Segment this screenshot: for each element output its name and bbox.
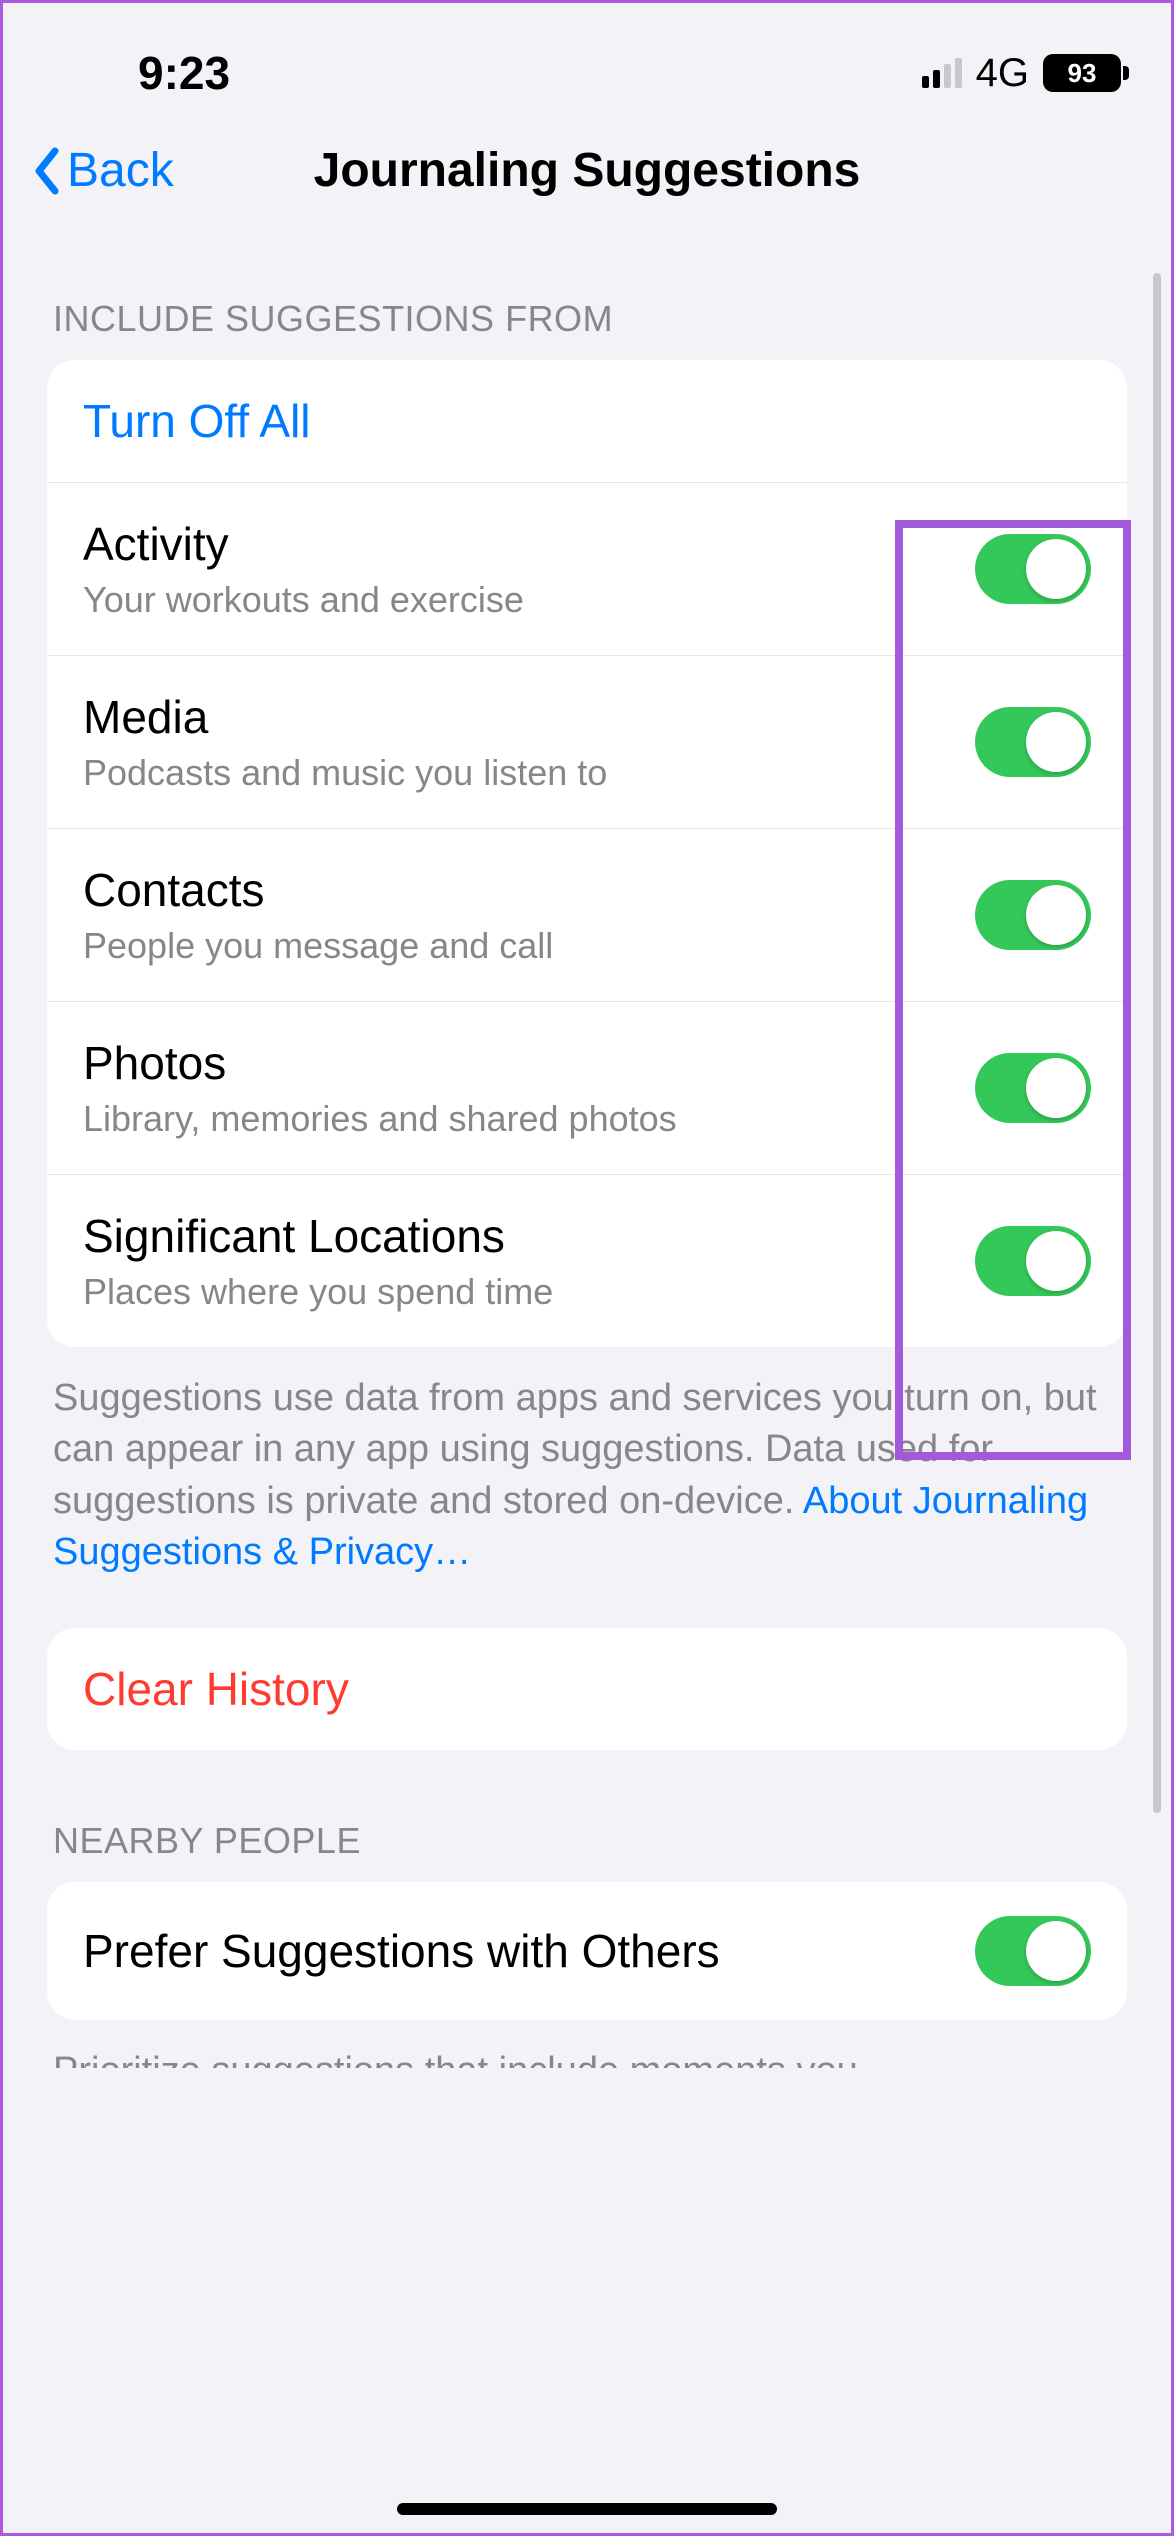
home-indicator bbox=[397, 2503, 777, 2515]
turn-off-all-label: Turn Off All bbox=[83, 394, 1091, 448]
clear-history-card: Clear History bbox=[47, 1628, 1127, 1750]
page-title: Journaling Suggestions bbox=[3, 143, 1171, 198]
row-activity: Activity Your workouts and exercise bbox=[47, 482, 1127, 655]
row-significant-locations: Significant Locations Places where you s… bbox=[47, 1174, 1127, 1347]
row-media: Media Podcasts and music you listen to bbox=[47, 655, 1127, 828]
row-title: Significant Locations bbox=[83, 1209, 975, 1263]
significant-locations-toggle[interactable] bbox=[975, 1226, 1091, 1296]
turn-off-all-button[interactable]: Turn Off All bbox=[47, 360, 1127, 482]
chevron-left-icon bbox=[33, 147, 61, 195]
row-contacts: Contacts People you message and call bbox=[47, 828, 1127, 1001]
row-subtitle: Podcasts and music you listen to bbox=[83, 752, 975, 794]
row-subtitle: Your workouts and exercise bbox=[83, 579, 975, 621]
row-title: Contacts bbox=[83, 863, 975, 917]
row-title: Photos bbox=[83, 1036, 975, 1090]
clear-history-button[interactable]: Clear History bbox=[47, 1628, 1127, 1750]
row-photos: Photos Library, memories and shared phot… bbox=[47, 1001, 1127, 1174]
back-label: Back bbox=[67, 143, 174, 198]
cellular-signal-icon bbox=[922, 58, 962, 88]
status-time: 9:23 bbox=[53, 46, 230, 100]
clear-history-label: Clear History bbox=[83, 1662, 1091, 1716]
activity-toggle[interactable] bbox=[975, 534, 1091, 604]
nav-bar: Back Journaling Suggestions bbox=[3, 123, 1171, 228]
status-right: 4G 93 bbox=[922, 51, 1121, 96]
battery-icon: 93 bbox=[1043, 54, 1121, 92]
prefer-others-toggle[interactable] bbox=[975, 1916, 1091, 1986]
battery-level: 93 bbox=[1068, 58, 1097, 89]
include-footer: Suggestions use data from apps and servi… bbox=[47, 1347, 1127, 1588]
media-toggle[interactable] bbox=[975, 707, 1091, 777]
row-subtitle: Library, memories and shared photos bbox=[83, 1098, 975, 1140]
section-header-include: INCLUDE SUGGESTIONS FROM bbox=[47, 228, 1127, 360]
nearby-card: Prefer Suggestions with Others bbox=[47, 1882, 1127, 2020]
row-title: Media bbox=[83, 690, 975, 744]
row-prefer-others: Prefer Suggestions with Others bbox=[47, 1882, 1127, 2020]
row-subtitle: People you message and call bbox=[83, 925, 975, 967]
nearby-footer: Prioritize suggestions that include mome… bbox=[47, 2020, 1127, 2068]
scroll-indicator bbox=[1153, 273, 1161, 1813]
network-label: 4G bbox=[976, 51, 1029, 96]
section-header-nearby: NEARBY PEOPLE bbox=[47, 1750, 1127, 1882]
row-title: Activity bbox=[83, 517, 975, 571]
status-bar: 9:23 4G 93 bbox=[3, 3, 1171, 123]
include-card: Turn Off All Activity Your workouts and … bbox=[47, 360, 1127, 1347]
back-button[interactable]: Back bbox=[33, 143, 174, 198]
photos-toggle[interactable] bbox=[975, 1053, 1091, 1123]
row-title: Prefer Suggestions with Others bbox=[83, 1924, 975, 1978]
row-subtitle: Places where you spend time bbox=[83, 1271, 975, 1313]
contacts-toggle[interactable] bbox=[975, 880, 1091, 950]
